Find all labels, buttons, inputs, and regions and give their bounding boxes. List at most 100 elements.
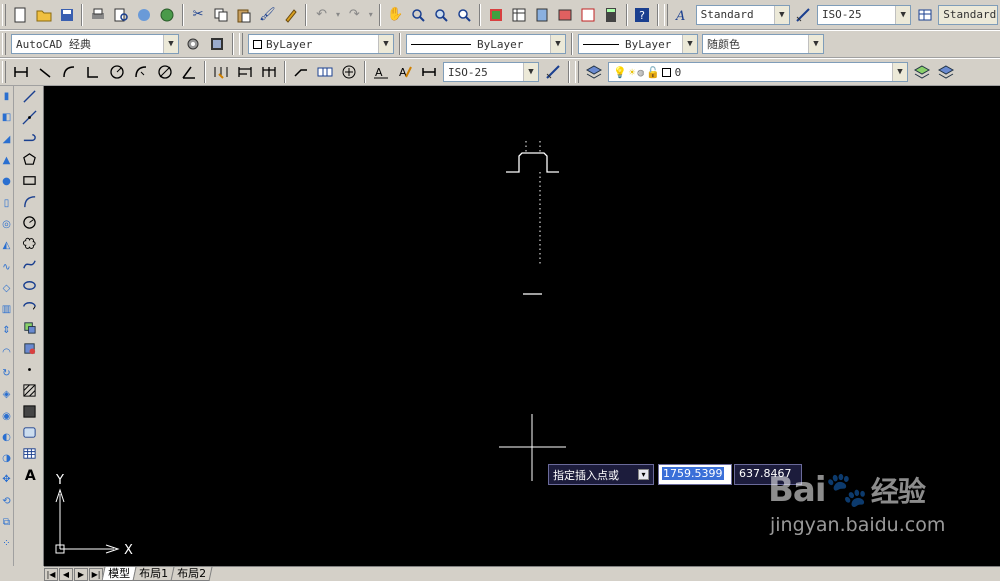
insert-block-icon[interactable] (19, 317, 41, 338)
table-style-select[interactable]: Standard (938, 4, 998, 25)
dimension-style-icon[interactable] (793, 4, 814, 26)
loft-icon[interactable]: ◈ (0, 384, 14, 405)
rectangle-icon[interactable] (19, 170, 41, 191)
workspace-settings-icon[interactable] (182, 33, 204, 55)
open-folder-icon[interactable] (33, 4, 54, 26)
undo-icon[interactable]: ↶ (311, 4, 332, 26)
toolbar-grip[interactable] (239, 33, 243, 55)
ellipse-icon[interactable] (19, 275, 41, 296)
text-style-icon[interactable]: A (672, 4, 693, 26)
first-tab-icon[interactable]: |◀ (44, 567, 58, 581)
design-center-icon[interactable] (508, 4, 529, 26)
cone-icon[interactable]: ▲ (0, 150, 14, 171)
3d-rotate-icon[interactable]: ⟲ (0, 491, 14, 512)
lock-icon[interactable]: 🔓 (646, 66, 660, 79)
angular-dimension-icon[interactable] (178, 61, 200, 83)
layer-manager-icon[interactable] (583, 61, 605, 83)
arc-length-icon[interactable] (58, 61, 80, 83)
markup-icon[interactable] (577, 4, 598, 26)
polysolid-icon[interactable]: ▮ (0, 86, 14, 107)
helix-icon[interactable]: ∿ (0, 256, 14, 277)
linetype-select[interactable]: ByLayer ▼ (406, 34, 566, 54)
prev-tab-icon[interactable]: ◀ (59, 567, 73, 581)
plot-web-icon[interactable] (156, 4, 177, 26)
circle-icon[interactable] (19, 212, 41, 233)
options-dropdown-icon[interactable]: ▾ (638, 469, 649, 480)
toolbar-grip[interactable] (2, 61, 6, 83)
color-select[interactable]: ByLayer ▼ (248, 34, 394, 54)
arc-icon[interactable] (19, 191, 41, 212)
block-editor-icon[interactable] (280, 4, 301, 26)
toolbar-grip[interactable] (2, 33, 6, 55)
calculator-icon[interactable] (600, 4, 621, 26)
diameter-dimension-icon[interactable] (154, 61, 176, 83)
toolbar-grip[interactable] (663, 3, 668, 26)
hatch-icon[interactable] (19, 380, 41, 401)
box-icon[interactable]: ◧ (0, 107, 14, 128)
quick-leader-icon[interactable] (290, 61, 312, 83)
print-preview-icon[interactable] (110, 4, 131, 26)
tab-layout2[interactable]: 布局2 (170, 567, 213, 581)
polygon-icon[interactable] (19, 149, 41, 170)
save-icon[interactable] (56, 4, 77, 26)
ellipse-arc-icon[interactable] (19, 296, 41, 317)
new-file-icon[interactable] (10, 4, 31, 26)
sweep-icon[interactable]: ◠ (0, 342, 14, 363)
3d-align-icon[interactable]: ⧉ (0, 512, 14, 533)
make-block-icon[interactable] (19, 338, 41, 359)
make-object-layer-current-icon[interactable] (911, 61, 933, 83)
pan-realtime-icon[interactable]: ✋ (385, 4, 406, 26)
tab-model[interactable]: 模型 (101, 567, 137, 581)
tool-palettes-icon[interactable] (531, 4, 552, 26)
torus-icon[interactable]: ◎ (0, 214, 14, 235)
layer-previous-icon[interactable] (935, 61, 957, 83)
aligned-dimension-icon[interactable] (34, 61, 56, 83)
3d-move-icon[interactable]: ✥ (0, 469, 14, 490)
multiline-text-icon[interactable]: A (19, 464, 41, 485)
layer-select[interactable]: 💡 ☀ ◍ 🔓 0 ▼ (608, 62, 908, 82)
region-icon[interactable] (19, 422, 41, 443)
zoom-realtime-icon[interactable] (408, 4, 429, 26)
presspull-icon[interactable]: ⇕ (0, 320, 14, 341)
table-icon[interactable] (19, 443, 41, 464)
properties-icon[interactable] (485, 4, 506, 26)
zoom-window-icon[interactable] (431, 4, 452, 26)
pyramid-icon[interactable]: ◭ (0, 235, 14, 256)
toolbar-grip[interactable] (575, 61, 579, 83)
tolerance-icon[interactable] (314, 61, 336, 83)
line-icon[interactable] (19, 86, 41, 107)
drawing-canvas[interactable]: Y X 指定插入点或 ▾ 1759.5399 637.8467 (44, 86, 1000, 566)
zoom-previous-icon[interactable] (454, 4, 475, 26)
sun-icon[interactable]: ☀ (629, 66, 636, 79)
redo-dropdown-icon[interactable]: ▾ (367, 4, 375, 26)
radius-dimension-icon[interactable] (106, 61, 128, 83)
dimension-update-icon[interactable] (418, 61, 440, 83)
sheet-set-icon[interactable] (554, 4, 575, 26)
dim-style-select-2[interactable]: ISO-25 ▼ (443, 62, 539, 82)
dynamic-input-x-field[interactable]: 1759.5399 (658, 464, 732, 485)
unlocked-viewport-icon[interactable]: ◍ (637, 66, 644, 79)
dimension-text-edit-icon[interactable]: A (394, 61, 416, 83)
dimension-style-manager-icon[interactable] (542, 61, 564, 83)
save-workspace-icon[interactable] (206, 33, 228, 55)
construction-line-icon[interactable] (19, 107, 41, 128)
dynamic-input-y-field[interactable]: 637.8467 (734, 464, 802, 485)
lineweight-select[interactable]: ByLayer ▼ (578, 34, 698, 54)
help-icon[interactable]: ? (632, 4, 653, 26)
undo-dropdown-icon[interactable]: ▾ (334, 4, 342, 26)
plot-style-select[interactable]: 随颜色 ▼ (702, 34, 824, 54)
lightbulb-icon[interactable]: 💡 (613, 66, 627, 79)
dimension-edit-icon[interactable]: A (370, 61, 392, 83)
copy-icon[interactable] (211, 4, 232, 26)
sphere-icon[interactable]: ● (0, 171, 14, 192)
workspace-select[interactable]: AutoCAD 经典 ▼ (11, 34, 179, 54)
next-tab-icon[interactable]: ▶ (74, 567, 88, 581)
redo-icon[interactable]: ↷ (344, 4, 365, 26)
spline-icon[interactable] (19, 254, 41, 275)
paste-icon[interactable] (234, 4, 255, 26)
toolbar-grip[interactable] (2, 3, 6, 26)
print-icon[interactable] (87, 4, 108, 26)
intersect-icon[interactable]: ◑ (0, 448, 14, 469)
union-icon[interactable]: ◉ (0, 405, 14, 426)
subtract-icon[interactable]: ◐ (0, 427, 14, 448)
